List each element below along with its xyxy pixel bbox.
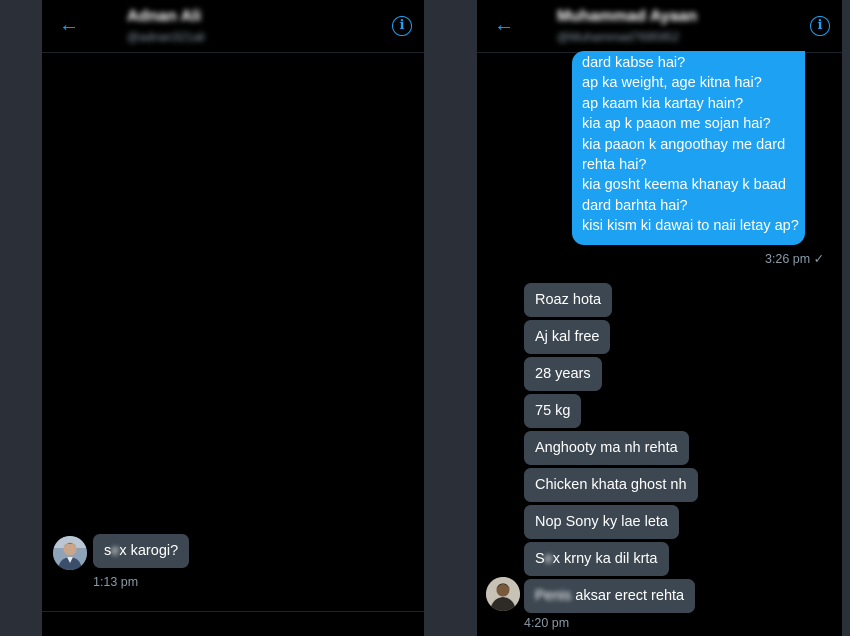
contact-name: Adnan Ali xyxy=(127,8,202,25)
message-bubble-received[interactable]: 28 years xyxy=(524,357,602,391)
message-line: dard barhta hai? xyxy=(582,197,688,214)
message-timestamp: 3:26 pm ✓ xyxy=(765,251,824,266)
contact-name: Muhammad Ayaan xyxy=(557,8,698,25)
back-arrow-icon[interactable]: ← xyxy=(58,14,80,36)
blurred-text: Penis xyxy=(535,588,572,604)
message-line: ap ka weight, age kitna hai? xyxy=(582,75,762,92)
conversation-panel-right: ← Muhammad Ayaan @Muhammad7695952 i dard… xyxy=(477,0,842,636)
message-bubble-received[interactable]: Sex krny ka dil krta xyxy=(524,542,669,576)
message-bubble-received[interactable]: sex karogi? xyxy=(93,534,190,568)
message-bubble-received[interactable]: Chicken khata ghost nh xyxy=(524,468,698,502)
message-bubble-received[interactable]: Aj kal free xyxy=(524,320,611,354)
message-text-start: S xyxy=(535,551,545,567)
message-line: kia ap k paaon me sojan hai? xyxy=(582,116,771,133)
message-bubble-received[interactable]: Anghooty ma nh rehta xyxy=(524,431,689,465)
message-bubble-received[interactable]: Penis aksar erect rehta xyxy=(524,579,696,613)
message-text-end: x karogi? xyxy=(119,543,179,559)
blurred-text: e xyxy=(544,551,553,567)
conversation-header: ← Muhammad Ayaan @Muhammad7695952 i xyxy=(477,0,842,53)
message-line: dard kabse hai? xyxy=(582,55,686,71)
message-timestamp: 1:13 pm xyxy=(93,575,139,589)
divider xyxy=(42,611,424,612)
message-timestamp: 4:20 pm xyxy=(524,616,570,630)
timestamp-text: 3:26 pm xyxy=(765,252,811,266)
message-bubble-sent[interactable]: dard kabse hai? ap ka weight, age kitna … xyxy=(572,51,805,245)
blurred-text: e xyxy=(111,543,120,559)
back-arrow-icon[interactable]: ← xyxy=(493,14,515,36)
message-bubble-received[interactable]: 75 kg xyxy=(524,394,582,428)
info-icon[interactable]: i xyxy=(392,16,412,36)
message-text-end: aksar erect rehta xyxy=(571,588,685,604)
read-check-icon: ✓ xyxy=(813,252,825,266)
message-text-end: x krny ka dil krta xyxy=(552,551,658,567)
message-line: rehta hai? xyxy=(582,157,647,174)
message-line: kia paaon k angoothay me dard xyxy=(582,136,786,153)
conversation-header: ← Adnan Ali @adnan321ali i xyxy=(42,0,424,53)
avatar[interactable] xyxy=(486,577,520,611)
message-line: ap kaam kia kartay hain? xyxy=(582,95,744,112)
contact-handle: @adnan321ali xyxy=(127,30,205,44)
message-bubble-received[interactable]: Nop Sony ky lae leta xyxy=(524,505,679,539)
message-line: kisi kism ki dawai to naii letay ap? xyxy=(582,218,799,235)
avatar[interactable] xyxy=(53,536,87,570)
conversation-panel-left: ← Adnan Ali @adnan321ali i sex karogi? 1… xyxy=(42,0,424,636)
message-bubble-received[interactable]: Roaz hota xyxy=(524,283,613,317)
info-icon[interactable]: i xyxy=(810,16,830,36)
contact-handle: @Muhammad7695952 xyxy=(557,30,680,44)
message-line: kia gosht keema khanay k baad xyxy=(582,177,786,194)
